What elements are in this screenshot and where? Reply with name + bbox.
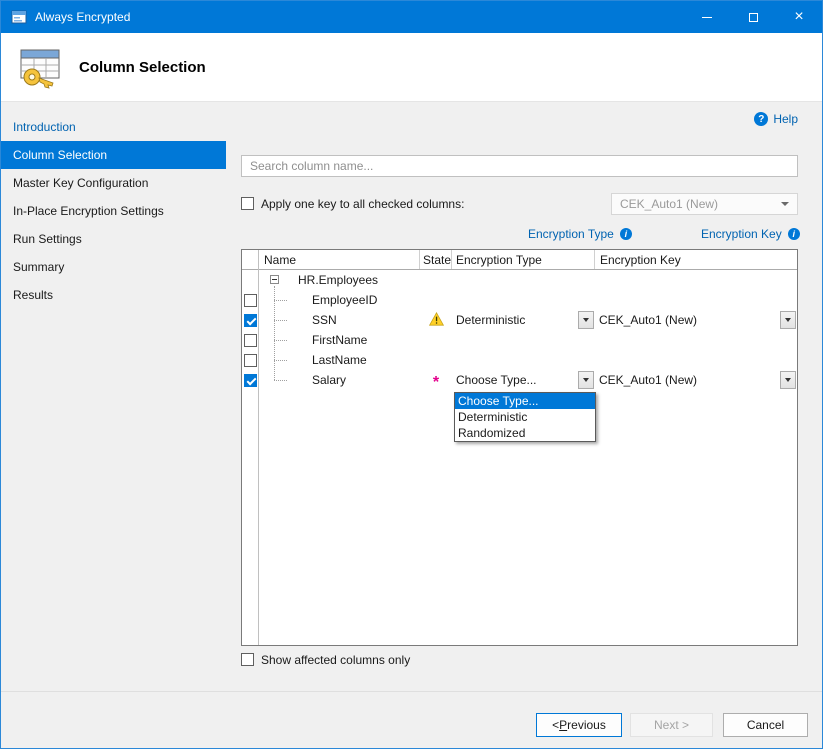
encryption-key-value: CEK_Auto1 (New): [595, 373, 697, 387]
dropdown-option-deterministic[interactable]: Deterministic: [455, 409, 595, 425]
table-row[interactable]: HR.Employees: [242, 270, 797, 290]
table-row[interactable]: SSN Deterministic: [242, 310, 797, 330]
chevron-down-icon: [785, 378, 791, 382]
previous-button-suffix: revious: [567, 718, 606, 732]
row-checkbox-firstname[interactable]: [244, 334, 257, 347]
chevron-down-icon: [583, 378, 589, 382]
wizard-header: Column Selection: [1, 33, 822, 102]
grid-header-row: Name State Encryption Type Encryption Ke…: [242, 250, 797, 270]
dropdown-arrow-button[interactable]: [578, 311, 594, 329]
encryption-key-value: CEK_Auto1 (New): [595, 313, 697, 327]
chevron-down-icon: [583, 318, 589, 322]
minimize-icon: [702, 17, 712, 18]
encryption-type-value: Choose Type...: [452, 373, 537, 387]
sidebar-item-introduction[interactable]: Introduction: [1, 113, 226, 141]
grid-header-state: State: [420, 250, 452, 269]
close-icon: ×: [794, 9, 803, 25]
previous-button-prefix: <: [552, 718, 559, 732]
apply-one-key-checkbox[interactable]: [241, 197, 254, 210]
wizard-nav-sidebar: Introduction Column Selection Master Key…: [1, 102, 226, 691]
cancel-button[interactable]: Cancel: [723, 713, 808, 737]
column-name-label: EmployeeID: [312, 293, 377, 307]
table-row[interactable]: LastName: [242, 350, 797, 370]
close-button[interactable]: ×: [776, 1, 822, 33]
sidebar-item-run-settings: Run Settings: [1, 225, 226, 253]
app-icon: [11, 9, 27, 25]
encryption-type-combobox[interactable]: Choose Type...: [452, 370, 595, 390]
encryption-type-combobox[interactable]: Deterministic: [452, 310, 595, 330]
table-key-icon: [17, 45, 63, 89]
sidebar-item-master-key-configuration: Master Key Configuration: [1, 169, 226, 197]
table-row[interactable]: FirstName: [242, 330, 797, 350]
page-title: Column Selection: [79, 59, 206, 76]
grid-header-encryption-type: Encryption Type: [452, 250, 595, 269]
show-affected-columns-label: Show affected columns only: [261, 653, 410, 667]
chevron-down-icon: [781, 202, 789, 206]
table-name-label: HR.Employees: [298, 273, 378, 287]
column-name-label: SSN: [312, 313, 337, 327]
tree-collapse-toggle[interactable]: [270, 275, 279, 284]
maximize-button[interactable]: [730, 1, 776, 33]
chevron-down-icon: [785, 318, 791, 322]
help-icon: ?: [754, 112, 768, 126]
sidebar-item-column-selection[interactable]: Column Selection: [1, 141, 226, 169]
column-name-label: Salary: [312, 373, 346, 387]
grid-header-encryption-key: Encryption Key: [595, 250, 797, 269]
column-selection-page: ? Help Apply one key to all checked colu…: [226, 102, 823, 691]
show-affected-columns-checkbox[interactable]: [241, 653, 254, 666]
maximize-icon: [749, 13, 758, 22]
dropdown-arrow-button[interactable]: [780, 371, 796, 389]
column-name-label: LastName: [312, 353, 367, 367]
apply-key-dropdown-value: CEK_Auto1 (New): [620, 197, 718, 211]
always-encrypted-window: Always Encrypted ×: [0, 0, 823, 749]
wizard-footer: < Previous Next > Cancel: [1, 691, 822, 749]
row-checkbox-employeeid[interactable]: [244, 294, 257, 307]
next-button[interactable]: Next >: [630, 713, 713, 737]
minus-icon: [272, 279, 277, 280]
dropdown-option-choose-type[interactable]: Choose Type...: [455, 393, 595, 409]
column-name-label: FirstName: [312, 333, 367, 347]
apply-key-dropdown[interactable]: CEK_Auto1 (New): [611, 193, 798, 215]
encryption-type-link-group: Encryption Type i: [528, 227, 632, 241]
sidebar-item-in-place-encryption-settings: In-Place Encryption Settings: [1, 197, 226, 225]
dropdown-arrow-button[interactable]: [780, 311, 796, 329]
window-title: Always Encrypted: [35, 10, 130, 24]
sidebar-item-results: Results: [1, 281, 226, 309]
grid-body: HR.Employees EmployeeID: [242, 270, 797, 390]
grid-header-name: Name: [258, 250, 420, 269]
encryption-type-dropdown-list: Choose Type... Deterministic Randomized: [454, 392, 596, 442]
dropdown-option-randomized[interactable]: Randomized: [455, 425, 595, 441]
minimize-button[interactable]: [684, 1, 730, 33]
encryption-type-link[interactable]: Encryption Type: [528, 227, 614, 241]
window-controls: ×: [684, 1, 822, 33]
encryption-key-info-icon[interactable]: i: [788, 228, 800, 240]
table-row[interactable]: EmployeeID: [242, 290, 797, 310]
search-column-input[interactable]: [241, 155, 798, 177]
encryption-key-combobox[interactable]: CEK_Auto1 (New): [595, 370, 797, 390]
encryption-key-combobox[interactable]: CEK_Auto1 (New): [595, 310, 797, 330]
encryption-key-link-group: Encryption Key i: [701, 227, 800, 241]
required-icon: *: [433, 378, 439, 388]
row-gutter: [242, 270, 258, 290]
previous-button[interactable]: < Previous: [536, 713, 622, 737]
sidebar-item-summary: Summary: [1, 253, 226, 281]
warning-icon: [429, 312, 444, 329]
encryption-key-link[interactable]: Encryption Key: [701, 227, 782, 241]
table-row[interactable]: Salary * Choose Type... CEK_Auto1 (New): [242, 370, 797, 390]
encryption-type-value: Deterministic: [452, 313, 525, 327]
help-label: Help: [773, 112, 798, 126]
previous-button-accel: P: [559, 718, 567, 732]
columns-grid: Name State Encryption Type Encryption Ke…: [241, 249, 798, 646]
encryption-type-info-icon[interactable]: i: [620, 228, 632, 240]
dropdown-arrow-button[interactable]: [578, 371, 594, 389]
row-checkbox-ssn[interactable]: [244, 314, 257, 327]
apply-one-key-label: Apply one key to all checked columns:: [261, 197, 464, 211]
grid-header-gutter: [242, 250, 258, 269]
row-checkbox-salary[interactable]: [244, 374, 257, 387]
help-link[interactable]: ? Help: [754, 112, 798, 126]
titlebar: Always Encrypted ×: [1, 1, 822, 33]
row-checkbox-lastname[interactable]: [244, 354, 257, 367]
